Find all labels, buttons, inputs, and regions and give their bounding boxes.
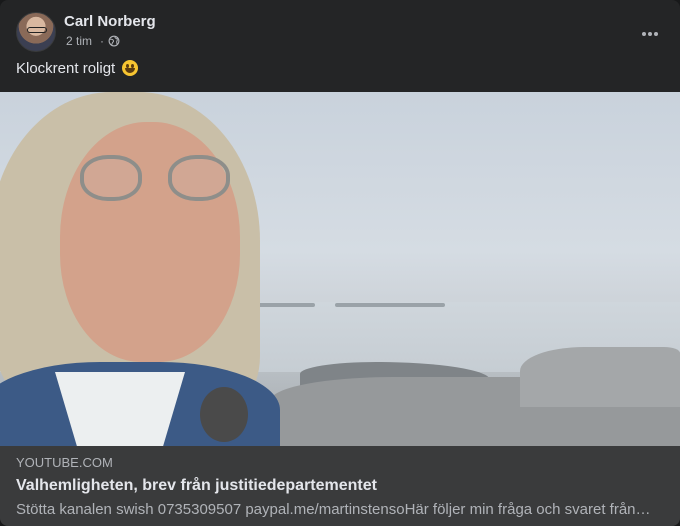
post-text-content: Klockrent roligt [16, 60, 116, 77]
glasses-lens [168, 155, 230, 201]
more-options-icon [642, 32, 658, 36]
video-thumbnail[interactable] [0, 92, 680, 446]
distant-island [335, 303, 445, 307]
link-title[interactable]: Valhemligheten, brev från justitiedepart… [16, 476, 664, 496]
link-preview[interactable]: YOUTUBE.COM Valhemligheten, brev från ju… [0, 446, 680, 526]
post-meta: 2 tim · [66, 34, 120, 48]
distant-island [255, 303, 315, 307]
post-timestamp[interactable]: 2 tim [66, 34, 92, 48]
link-description: Stötta kanalen swish 0735309507 paypal.m… [16, 501, 651, 518]
more-options-button[interactable] [632, 16, 668, 52]
author-avatar[interactable] [16, 12, 56, 52]
meta-separator: · [100, 34, 105, 48]
person-shirt [55, 372, 185, 446]
facebook-post: Carl Norberg 2 tim · Klockrent roligt YO… [0, 0, 680, 526]
glasses-lens [80, 155, 142, 201]
microphone [200, 387, 248, 442]
post-text: Klockrent roligt [16, 60, 139, 77]
post-header: Carl Norberg 2 tim · [16, 12, 664, 54]
grinning-face-emoji [122, 60, 139, 76]
avatar-glasses [27, 27, 47, 33]
author-name[interactable]: Carl Norberg [64, 13, 156, 30]
globe-icon [108, 35, 120, 47]
link-domain: YOUTUBE.COM [16, 455, 113, 470]
rock [520, 347, 680, 407]
